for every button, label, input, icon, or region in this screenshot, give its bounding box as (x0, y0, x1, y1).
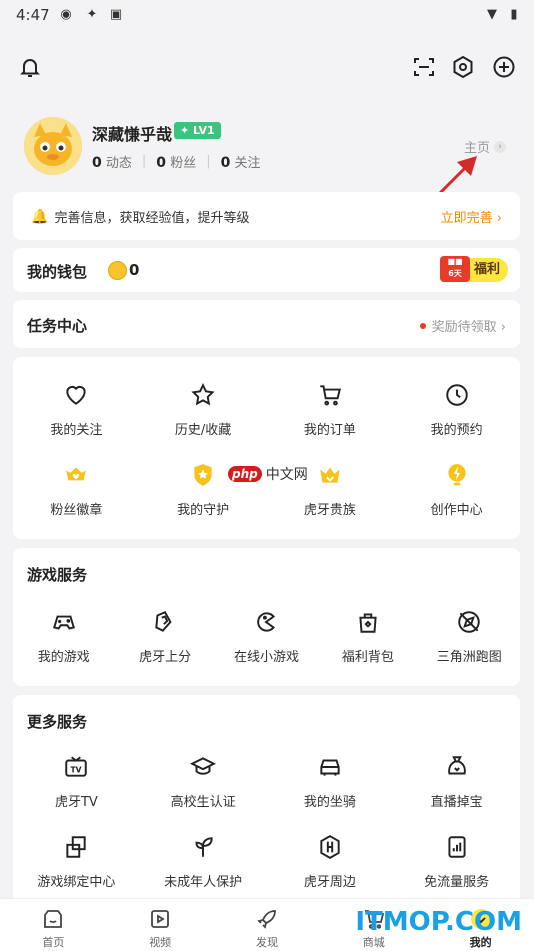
live-drops-item[interactable]: 直播掉宝 (393, 753, 520, 810)
features-row-1: 我的关注 历史/收藏 我的订单 我的预约 (13, 381, 520, 438)
more-services-card: 更多服务 TV 虎牙TV 高校生认证 我的坐骑 直播掉宝 游戏绑定中心 未成年人… (13, 695, 520, 905)
profile-header[interactable]: 深藏慊乎哉 ✦ LV1 0 动态 | 0 粉丝 | 0 关注 主页 › (24, 112, 514, 182)
wallet-title: 我的钱包 (27, 263, 88, 281)
php-watermark-text: 中文网 (265, 467, 308, 483)
notification-bell-icon[interactable] (15, 52, 45, 82)
my-follow-item[interactable]: 我的关注 (13, 381, 140, 438)
bag-icon (354, 608, 382, 636)
home-tab-icon (44, 910, 63, 928)
car-icon (316, 753, 344, 781)
task-status: 奖励待领取 › (431, 320, 506, 335)
graduation-icon (189, 753, 217, 781)
tab-home[interactable]: 首页 (0, 899, 107, 951)
rank-icon (151, 608, 179, 636)
task-center-title: 任务中心 (27, 317, 88, 335)
settings-icon[interactable] (448, 52, 478, 82)
coin-icon (108, 261, 127, 280)
more-services-row-1: TV 虎牙TV 高校生认证 我的坐骑 直播掉宝 (13, 753, 520, 810)
game-binding-item[interactable]: 游戏绑定中心 (13, 833, 140, 890)
creator-center-item[interactable]: 创作中心 (393, 461, 520, 518)
fan-badge-item[interactable]: 粉丝徽章 (13, 461, 140, 518)
add-icon[interactable] (489, 52, 519, 82)
features-card: 我的关注 历史/收藏 我的订单 我的预约 粉丝徽章 我的守护 虎牙贵族 创作中心 (13, 357, 520, 539)
top-toolbar (0, 52, 534, 86)
treasure-bag-icon (443, 753, 471, 781)
tab-video[interactable]: 视频 (107, 899, 214, 951)
status-time: 4:47 (16, 6, 50, 24)
delta-map-item[interactable]: 三角洲跑图 (419, 608, 520, 665)
huya-goods-icon (316, 833, 344, 861)
free-data-item[interactable]: 免流量服务 (393, 833, 520, 890)
stat-fans[interactable]: 0 粉丝 (156, 152, 196, 171)
clock-icon (443, 381, 471, 409)
creator-icon (443, 461, 471, 489)
profile-stats: 0 动态 | 0 粉丝 | 0 关注 (92, 152, 261, 171)
huya-tv-item[interactable]: TV 虎牙TV (13, 753, 140, 810)
heart-icon (62, 381, 90, 409)
wifi-icon: ▼ (487, 6, 497, 22)
fan-badge-icon (62, 461, 90, 489)
stat-following[interactable]: 0 关注 (221, 152, 261, 171)
my-mount-item[interactable]: 我的坐骑 (267, 753, 394, 810)
online-minigames-item[interactable]: 在线小游戏 (216, 608, 317, 665)
video-tab-icon (151, 910, 170, 928)
app-notify-icon: ✦ (86, 6, 98, 22)
red-dot-indicator (419, 322, 426, 329)
avatar[interactable] (24, 117, 82, 175)
chevron-right-icon: › (494, 140, 506, 153)
pacman-icon (252, 608, 280, 636)
battery-icon: ▮ (510, 6, 518, 22)
rank-up-item[interactable]: 虎牙上分 (114, 608, 215, 665)
bell-icon: 🔔 (31, 208, 49, 225)
student-verification-item[interactable]: 高校生认证 (140, 753, 267, 810)
tv-icon: TV (62, 753, 90, 781)
sprout-icon (189, 833, 217, 861)
crown-icon (316, 461, 344, 489)
my-orders-item[interactable]: 我的订单 (267, 381, 394, 438)
wallet-amount: 0 (129, 261, 140, 279)
guard-icon (189, 461, 217, 489)
weibo-icon: ◉ (60, 6, 72, 22)
game-services-row: 我的游戏 虎牙上分 在线小游戏 福利背包 三角洲跑图 (13, 608, 520, 665)
php-logo: php (228, 466, 262, 482)
tab-discover[interactable]: 发现 (214, 899, 321, 951)
game-services-title: 游戏服务 (27, 566, 88, 584)
bind-icon (62, 833, 90, 861)
level-text: LV1 (193, 124, 215, 137)
level-badge: ✦ LV1 (174, 122, 221, 139)
welfare-tag: ■■ 6天 (440, 256, 470, 282)
game-services-card: 游戏服务 我的游戏 虎牙上分 在线小游戏 福利背包 三角洲跑图 (13, 548, 520, 686)
welfare-button[interactable]: ■■ 6天 福利 (440, 256, 508, 282)
wallet-card[interactable]: 我的钱包 0 ■■ 6天 福利 (13, 248, 520, 292)
minor-protection-item[interactable]: 未成年人保护 (140, 833, 267, 890)
svg-text:TV: TV (71, 765, 82, 774)
complete-info-banner[interactable]: 🔔 完善信息，获取经验值，提升等级 立即完善 › (13, 192, 520, 240)
stat-posts[interactable]: 0 动态 (92, 152, 132, 171)
more-services-row-2: 游戏绑定中心 未成年人保护 虎牙周边 免流量服务 (13, 833, 520, 890)
scan-icon[interactable] (409, 52, 439, 82)
complete-now-link[interactable]: 立即完善 › (441, 207, 502, 226)
star-icon (189, 381, 217, 409)
username: 深藏慊乎哉 (92, 125, 173, 144)
compass-icon (455, 608, 483, 636)
more-services-title: 更多服务 (27, 713, 88, 731)
my-reservations-item[interactable]: 我的预约 (393, 381, 520, 438)
data-icon (443, 833, 471, 861)
cart-icon (316, 381, 344, 409)
site-watermark: ITMOP.COM (355, 907, 522, 937)
banner-text: 完善信息，获取经验值，提升等级 (54, 211, 250, 226)
home-page-link[interactable]: 主页 › (464, 137, 506, 156)
rocket-tab-icon (257, 910, 276, 929)
php-watermark: php 中文网 (228, 464, 308, 484)
welfare-bag-item[interactable]: 福利背包 (317, 608, 418, 665)
huya-merch-item[interactable]: 虎牙周边 (267, 833, 394, 890)
my-games-item[interactable]: 我的游戏 (13, 608, 114, 665)
status-bar: 4:47 ◉ ✦ ▣ ▼ ▮ (0, 0, 534, 30)
task-center-card[interactable]: 任务中心 奖励待领取 › (13, 300, 520, 348)
app-a-icon: ▣ (109, 6, 123, 22)
history-favorites-item[interactable]: 历史/收藏 (140, 381, 267, 438)
gamepad-icon (50, 608, 78, 636)
